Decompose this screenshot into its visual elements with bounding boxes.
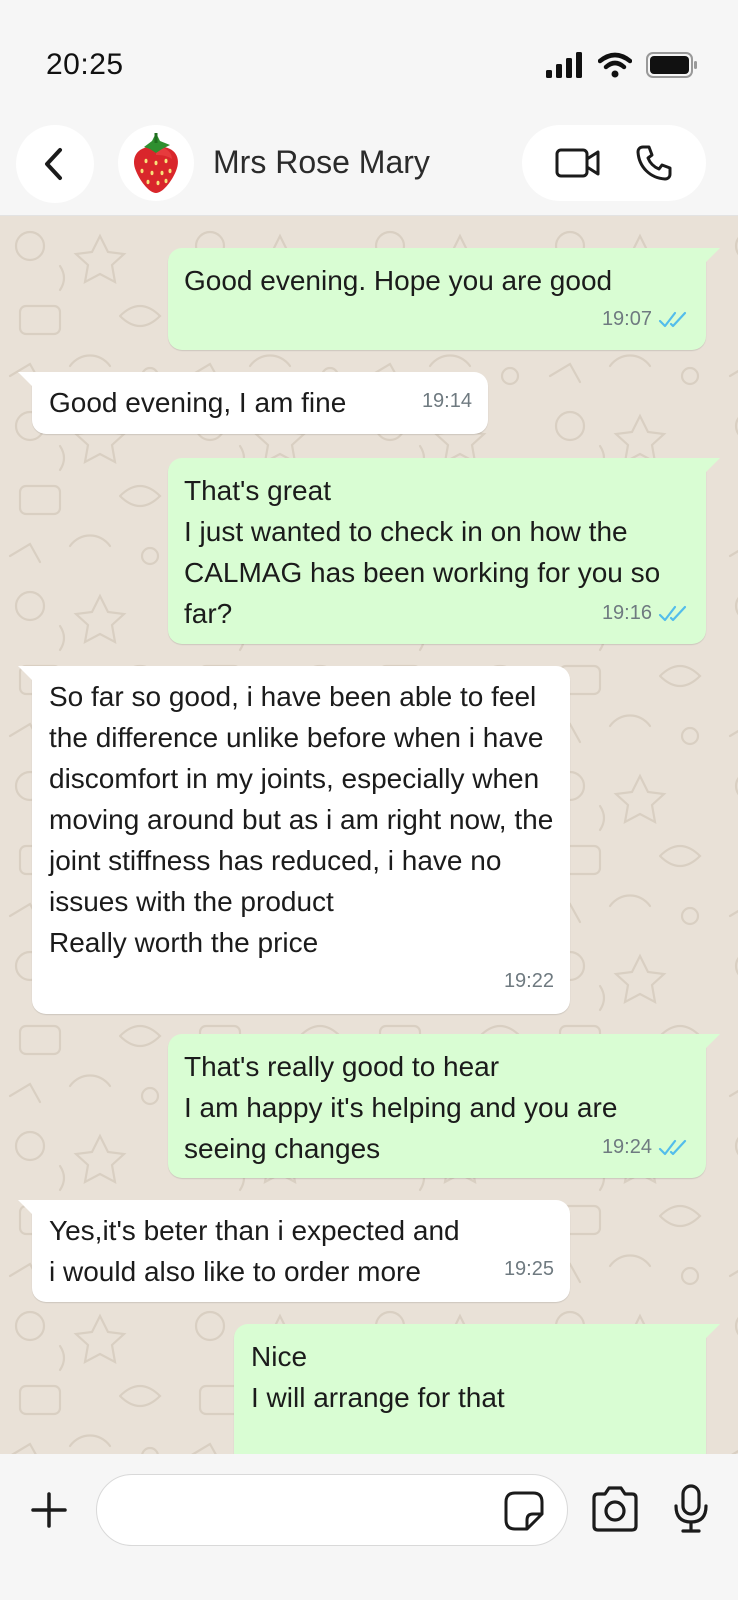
- call-actions: [522, 125, 706, 201]
- message-input-container: [96, 1474, 568, 1546]
- microphone-icon[interactable]: [672, 1484, 710, 1534]
- message-time: 19:22: [503, 970, 554, 992]
- message-text: Good evening, I am fine: [49, 387, 347, 418]
- message-meta: 19:07: [602, 299, 690, 340]
- message-time: 19:16: [601, 602, 652, 624]
- message-text: So far so good, i have been able to feel…: [49, 681, 554, 958]
- plus-icon: [31, 1492, 67, 1528]
- message-bubble-incoming[interactable]: Good evening, I am fine 19:14: [18, 372, 488, 434]
- back-button[interactable]: [16, 125, 94, 203]
- sticker-icon[interactable]: [503, 1490, 545, 1532]
- double-check-icon: [658, 605, 687, 621]
- chevron-left-icon: [45, 148, 62, 180]
- message-meta: 19:14: [422, 381, 472, 422]
- message-bubble-outgoing[interactable]: Good evening. Hope you are good 19:07: [168, 248, 720, 350]
- composer-bar: [0, 1454, 738, 1600]
- avatar[interactable]: [118, 125, 194, 201]
- wifi-icon: [598, 52, 632, 78]
- status-bar: 20:25: [0, 0, 738, 120]
- message-input[interactable]: [121, 1489, 481, 1533]
- phone-icon[interactable]: [635, 144, 673, 182]
- status-icons: [546, 52, 698, 78]
- status-time: 20:25: [46, 48, 124, 81]
- message-bubble-outgoing[interactable]: That's really good to hear I am happy it…: [168, 1034, 720, 1178]
- double-check-icon: [658, 311, 687, 327]
- message-bubble-incoming[interactable]: So far so good, i have been able to feel…: [18, 666, 570, 1014]
- camera-icon[interactable]: [590, 1486, 640, 1532]
- contact-name[interactable]: Mrs Rose Mary: [213, 144, 430, 181]
- message-meta: 19:24: [602, 1127, 690, 1168]
- double-check-icon: [658, 1139, 687, 1155]
- message-meta: 19:16: [602, 593, 690, 634]
- strawberry-icon: [134, 133, 178, 193]
- message-bubble-outgoing[interactable]: Nice I will arrange for that: [234, 1324, 720, 1454]
- attach-button[interactable]: [26, 1482, 72, 1538]
- message-time: 19:24: [601, 1136, 652, 1158]
- message-bubble-outgoing[interactable]: That's great I just wanted to check in o…: [168, 458, 720, 644]
- message-time: 19:25: [503, 1258, 554, 1280]
- message-text: Yes,it's beter than i expected and i wou…: [49, 1215, 460, 1287]
- message-text: Nice I will arrange for that: [251, 1341, 505, 1413]
- chat-area[interactable]: Good evening. Hope you are good 19:07 Go…: [0, 216, 738, 1454]
- message-bubble-incoming[interactable]: Yes,it's beter than i expected and i wou…: [18, 1200, 570, 1302]
- chat-header: Mrs Rose Mary: [0, 120, 738, 216]
- battery-icon: [646, 52, 697, 78]
- message-meta: 19:22: [504, 961, 554, 1002]
- message-meta: 19:25: [504, 1249, 554, 1290]
- message-time: 19:14: [421, 390, 472, 412]
- message-text: Good evening. Hope you are good: [184, 265, 613, 296]
- message-time: 19:07: [601, 308, 652, 330]
- signal-icon: [546, 52, 582, 78]
- video-call-icon[interactable]: [555, 147, 601, 179]
